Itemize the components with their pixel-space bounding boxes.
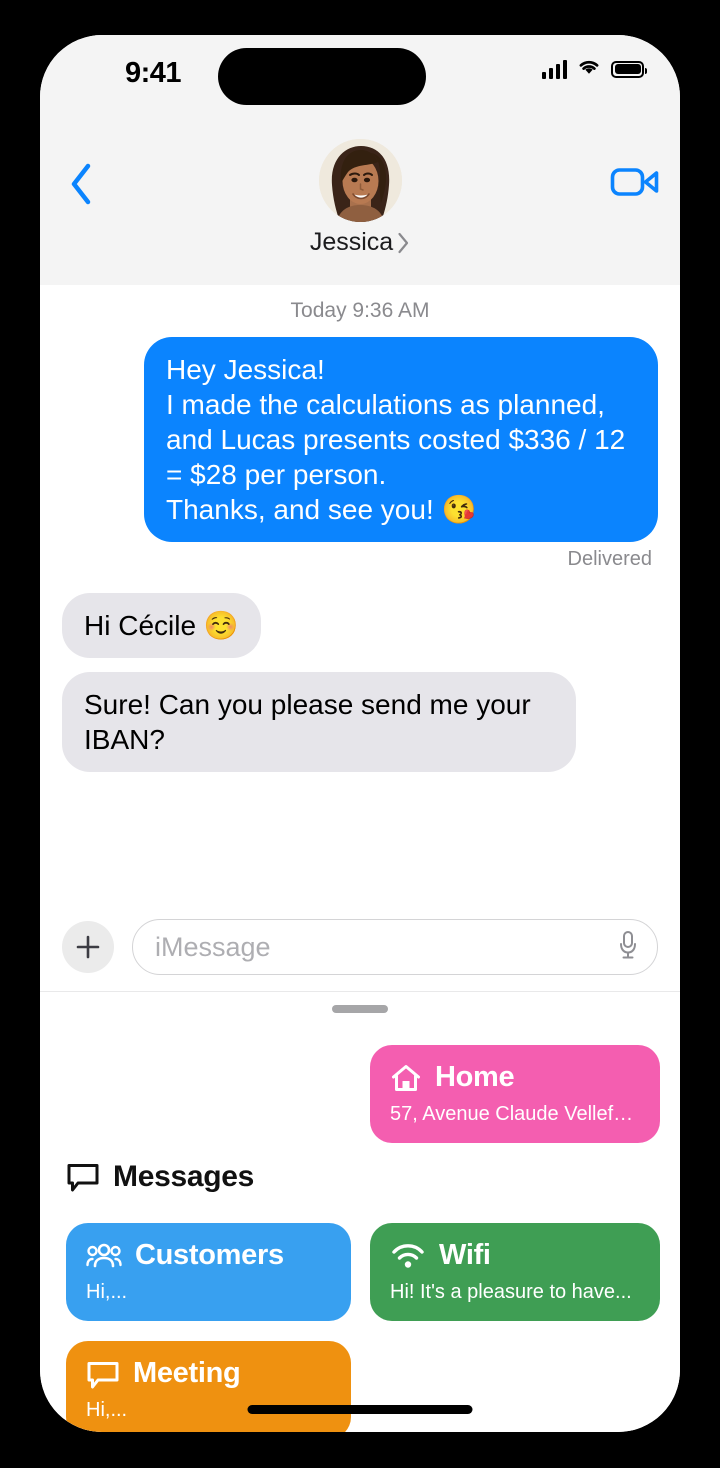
home-indicator[interactable] bbox=[247, 1405, 473, 1414]
message-bubble-incoming[interactable]: Sure! Can you please send me your IBAN? bbox=[62, 672, 576, 772]
card-subtitle: Hi! It's a pleasure to have... bbox=[390, 1281, 632, 1303]
speech-bubble-icon bbox=[87, 1361, 119, 1388]
microphone-icon bbox=[620, 930, 636, 958]
phone-screen: 9:41 Jessica Today 9:36 AM Hey Jessica! … bbox=[40, 35, 680, 1432]
card-head: Customers bbox=[86, 1239, 331, 1272]
day-timestamp: Today 9:36 AM bbox=[290, 299, 430, 322]
house-icon bbox=[392, 1064, 420, 1091]
chevron-right-icon bbox=[398, 232, 409, 253]
card-subtitle: 57, Avenue Claude Vellefa... bbox=[390, 1103, 640, 1125]
shortcut-card-home[interactable]: Home 57, Avenue Claude Vellefa... bbox=[370, 1045, 660, 1143]
card-title: Meeting bbox=[133, 1357, 241, 1389]
contact-name-row[interactable]: Jessica bbox=[310, 228, 410, 257]
message-row-incoming: Sure! Can you please send me your IBAN? bbox=[40, 672, 680, 772]
message-input-field[interactable]: iMessage bbox=[132, 919, 658, 975]
status-bar: 9:41 bbox=[40, 35, 680, 117]
message-row-outgoing: Hey Jessica! I made the calculations as … bbox=[40, 337, 680, 542]
video-camera-icon bbox=[610, 168, 659, 196]
messages-section-title: Messages bbox=[113, 1160, 255, 1193]
messages-section-header: Messages bbox=[66, 1160, 254, 1194]
people-group-icon bbox=[86, 1243, 122, 1267]
speech-bubble-icon bbox=[67, 1164, 99, 1192]
card-title: Wifi bbox=[439, 1239, 491, 1271]
message-bubble-outgoing[interactable]: Hey Jessica! I made the calculations as … bbox=[144, 337, 658, 542]
screenshot-stage: 9:41 Jessica Today 9:36 AM Hey Jessica! … bbox=[0, 0, 720, 1468]
wifi-icon bbox=[392, 1243, 424, 1268]
shortcut-card-wifi[interactable]: Wifi Hi! It's a pleasure to have... bbox=[370, 1223, 660, 1321]
delivery-status: Delivered bbox=[567, 548, 652, 570]
cellular-signal-icon bbox=[541, 59, 567, 79]
message-input-bar: iMessage bbox=[40, 903, 680, 991]
add-attachment-button[interactable] bbox=[62, 921, 114, 973]
battery-icon bbox=[611, 60, 647, 78]
status-time: 9:41 bbox=[125, 57, 182, 89]
card-title: Customers bbox=[135, 1239, 284, 1271]
contact-block[interactable]: Jessica bbox=[40, 117, 680, 257]
shortcuts-sheet: Home 57, Avenue Claude Vellefa... Messag… bbox=[40, 992, 680, 1432]
message-input-placeholder: iMessage bbox=[155, 931, 271, 962]
wifi-icon bbox=[576, 57, 602, 81]
microphone-button[interactable] bbox=[617, 929, 639, 966]
video-call-button[interactable] bbox=[610, 160, 660, 204]
contact-name: Jessica bbox=[309, 228, 394, 256]
message-bubble-incoming[interactable]: Hi Cécile ☺️ bbox=[62, 593, 261, 658]
card-title: Home bbox=[435, 1061, 515, 1093]
shortcut-card-customers[interactable]: Customers Hi,... bbox=[66, 1223, 351, 1321]
card-head: Wifi bbox=[390, 1239, 640, 1272]
shortcut-card-meeting[interactable]: Meeting Hi,... bbox=[66, 1341, 351, 1432]
message-row-incoming: Hi Cécile ☺️ bbox=[40, 593, 680, 658]
status-icons bbox=[541, 57, 647, 81]
plus-icon bbox=[76, 935, 100, 959]
card-head: Meeting bbox=[86, 1357, 331, 1390]
chat-header: Jessica bbox=[40, 117, 680, 285]
avatar[interactable] bbox=[318, 139, 402, 222]
sheet-drag-handle[interactable] bbox=[332, 1005, 388, 1013]
card-head: Home bbox=[390, 1061, 640, 1094]
chat-message-list[interactable]: Today 9:36 AM Hey Jessica! I made the ca… bbox=[40, 285, 680, 905]
card-subtitle: Hi,... bbox=[86, 1281, 128, 1303]
dynamic-island bbox=[218, 48, 426, 105]
